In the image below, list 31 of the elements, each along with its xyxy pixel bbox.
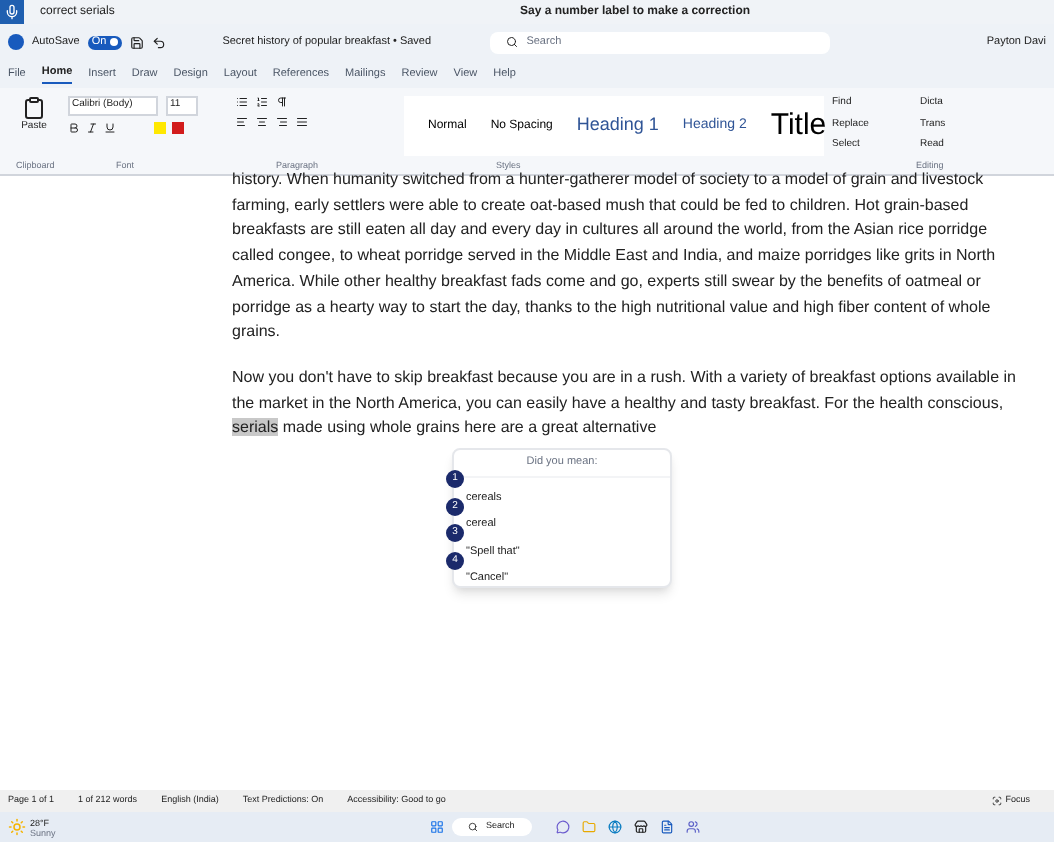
style-option[interactable]: Title — [770, 103, 827, 149]
focus-icon — [991, 796, 1002, 806]
people-icon[interactable] — [686, 820, 700, 834]
undo-icon[interactable] — [152, 35, 167, 49]
bold-icon[interactable] — [68, 121, 80, 133]
align-right-icon[interactable] — [276, 116, 288, 128]
highlighted-word: serials — [232, 418, 279, 437]
search-icon — [506, 36, 519, 48]
browser-icon[interactable] — [608, 820, 622, 834]
font-color-icon[interactable] — [172, 121, 184, 133]
search-icon — [468, 822, 478, 832]
start-icon[interactable] — [430, 820, 444, 834]
paste-icon[interactable] — [22, 96, 46, 120]
underline-icon[interactable] — [104, 121, 116, 133]
save-icon[interactable] — [130, 35, 145, 49]
paragraph: Now you don't have to skip breakfast because you are in a rush. With a variety of breakfast options available in the market in the North America, you can easily have a healthy and tasty breakfast. For the health conscious, serials made using whole grains here are a great alternative — [232, 365, 1018, 441]
align-left-icon[interactable] — [236, 116, 248, 128]
numbering-icon[interactable] — [256, 96, 268, 108]
bullets-icon[interactable] — [236, 96, 248, 108]
word-app-icon[interactable] — [660, 820, 674, 834]
justify-icon[interactable] — [296, 116, 308, 128]
sun-icon — [8, 818, 26, 836]
pilcrow-icon[interactable] — [276, 96, 288, 108]
paragraph: history. When humanity switched from a hunter-gatherer model of society to a model of grain and livestock farming, early settlers were able to create oat-based mush that could be fed to children. Hot grain-based breakfasts are still eaten all day and every day in cultures all around the world, from the Asian rice porridge called congee, to wheat porridge served in the Middle East and India, and maize porridges like grits in North America. While other healthy breakfast fads come and go, experts still swear by the benefits of oatmeal or porridge as a hearty way to start the day, thanks to the high nutritional value and high fiber content of whole grains. — [232, 170, 998, 345]
microphone-icon[interactable] — [0, 0, 24, 24]
chat-icon[interactable] — [556, 820, 570, 834]
style-option[interactable]: Heading 1 — [576, 112, 659, 140]
align-center-icon[interactable] — [256, 116, 268, 128]
italic-icon[interactable] — [86, 121, 98, 133]
highlight-color-icon[interactable] — [154, 121, 166, 133]
store-icon[interactable] — [634, 820, 648, 834]
